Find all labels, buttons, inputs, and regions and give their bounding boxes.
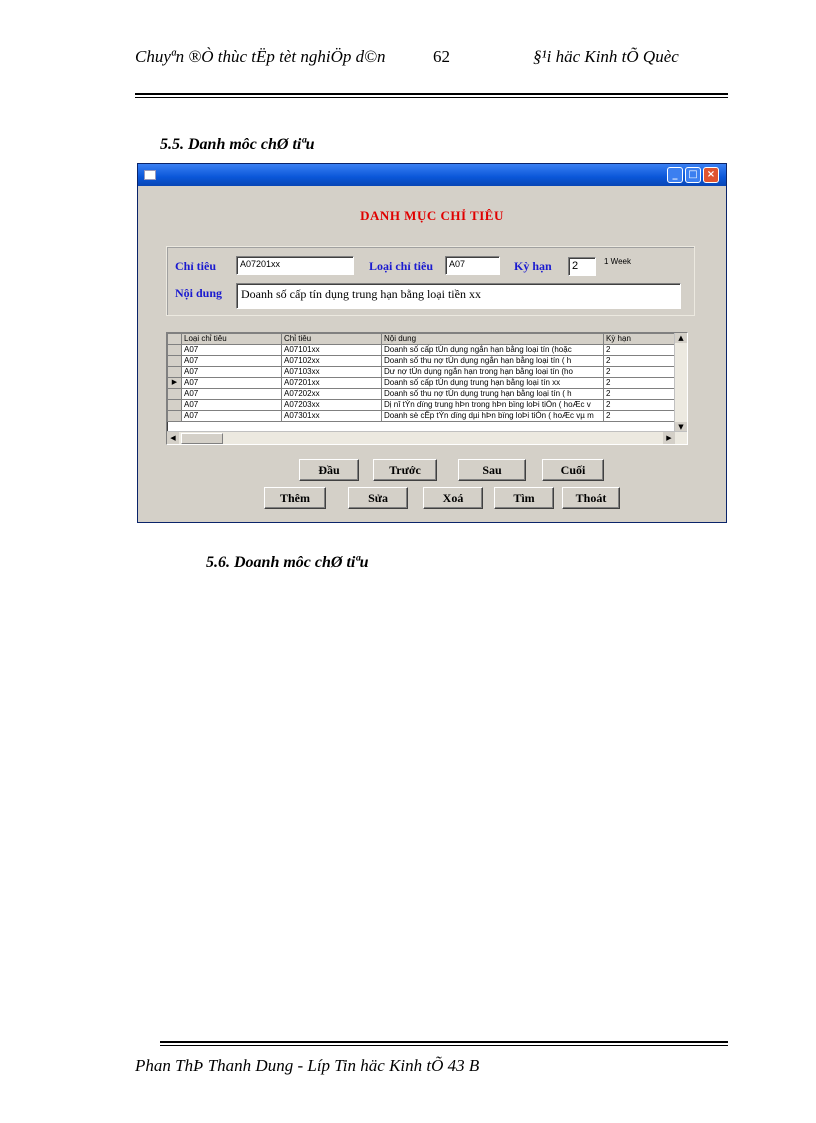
header-right-title: §¹i häc Kinh tÕ Quèc: [533, 47, 679, 66]
table-row[interactable]: A07 A07203xx Dị nî tÝn dïng trung hÞn tron…: [167, 399, 680, 411]
add-button[interactable]: Thêm: [264, 487, 326, 509]
table-row[interactable]: A07 A07301xx Doanh sè cÊp tÝn dïng dµi hÞn…: [167, 410, 680, 422]
table-cell[interactable]: Dị nî tÝn dïng trung hÞn trong hÞn bïng …: [381, 399, 604, 411]
minimize-icon[interactable]: _: [667, 167, 683, 183]
noi-dung-label: Nội dung: [175, 286, 223, 300]
data-grid[interactable]: Loại chỉ tiêu Chỉ tiêu Nội dung Kỳ hạn A…: [166, 332, 688, 445]
footer-rule-thin: [160, 1045, 728, 1046]
table-cell[interactable]: A07: [181, 399, 282, 411]
edit-button[interactable]: Sửa: [348, 487, 408, 509]
table-cell[interactable]: 2: [603, 399, 680, 411]
row-indicator[interactable]: [167, 388, 182, 400]
vertical-scrollbar[interactable]: ▲ ▼: [674, 333, 687, 444]
ky-han-label: Kỳ hạn: [514, 259, 552, 273]
previous-button[interactable]: Trước: [373, 459, 437, 481]
next-button[interactable]: Sau: [458, 459, 526, 481]
table-cell[interactable]: A07: [181, 366, 282, 378]
table-cell[interactable]: A07: [181, 377, 282, 389]
row-indicator[interactable]: [167, 410, 182, 422]
row-indicator[interactable]: [167, 355, 182, 367]
table-cell[interactable]: A07: [181, 344, 282, 356]
table-row[interactable]: ▶ A07 A07201xx Doanh số cấp tÚn dụng trung …: [167, 377, 680, 389]
table-row[interactable]: A07 A07102xx Doanh số thu nợ tÚn dụng ngắn…: [167, 355, 680, 367]
table-cell[interactable]: Doanh số cấp tÚn dụng ngắn hạn bằng loại…: [381, 344, 604, 356]
last-button[interactable]: Cuối: [542, 459, 604, 481]
column-header[interactable]: Loại chỉ tiêu: [181, 333, 282, 345]
scroll-right-icon[interactable]: ▶: [663, 432, 675, 444]
chi-tieu-field[interactable]: A07201xx: [236, 256, 354, 275]
app-window: _ □ × DANH MỤC CHỈ TIÊU Chỉ tiêu A07201x…: [137, 163, 727, 523]
ky-han-field[interactable]: 2: [568, 257, 596, 276]
horizontal-scrollbar[interactable]: ◀ ▶: [167, 431, 687, 444]
form-title: DANH MỤC CHỈ TIÊU: [360, 208, 504, 223]
grid-table: Loại chỉ tiêu Chỉ tiêu Nội dung Kỳ hạn A…: [167, 333, 680, 422]
chi-tieu-label: Chỉ tiêu: [175, 259, 217, 273]
ky-han-unit: 1 Week: [604, 257, 631, 266]
table-cell[interactable]: A07103xx: [281, 366, 382, 378]
table-cell[interactable]: 2: [603, 344, 680, 356]
first-button[interactable]: Đầu: [299, 459, 359, 481]
table-cell[interactable]: Doanh số cấp tÚn dụng trung hạn bằng loạ…: [381, 377, 604, 389]
app-icon: [144, 170, 156, 180]
table-cell[interactable]: 2: [603, 355, 680, 367]
table-row[interactable]: A07 A07101xx Doanh số cấp tÚn dụng ngắn hạ…: [167, 344, 680, 356]
row-indicator[interactable]: [167, 366, 182, 378]
noi-dung-field[interactable]: Doanh số cấp tín dụng trung hạn bằng loạ…: [236, 283, 681, 309]
page-header: Chuyªn ®Ò thùc tËp tèt nghiÖp d©n 62 §¹i…: [135, 46, 728, 92]
scroll-thumb[interactable]: [181, 433, 223, 444]
table-cell[interactable]: A07203xx: [281, 399, 382, 411]
loai-chi-tieu-field[interactable]: A07: [445, 256, 500, 275]
section-heading: 5.5. Danh môc chØ tiªu: [160, 136, 315, 153]
scroll-left-icon[interactable]: ◀: [167, 432, 179, 444]
row-selector-icon[interactable]: ▶: [167, 377, 182, 389]
header-rule: [135, 93, 728, 95]
table-cell[interactable]: A07: [181, 355, 282, 367]
table-cell[interactable]: 2: [603, 377, 680, 389]
page-footer: Phan ThÞ Thanh Dung - Líp Tin häc Kinh t…: [135, 1056, 480, 1075]
column-header[interactable]: Chỉ tiêu: [281, 333, 382, 345]
search-button[interactable]: Tìm: [494, 487, 554, 509]
table-cell[interactable]: A07301xx: [281, 410, 382, 422]
close-icon[interactable]: ×: [703, 167, 719, 183]
table-cell[interactable]: 2: [603, 366, 680, 378]
loai-chi-tieu-label: Loại chỉ tiêu: [369, 259, 434, 273]
header-left-title: Chuyªn ®Ò thùc tËp tèt nghiÖp d©n: [135, 47, 386, 66]
scroll-up-icon[interactable]: ▲: [675, 333, 687, 343]
maximize-icon[interactable]: □: [685, 167, 701, 183]
section-heading-2: 5.6. Doanh môc chØ tiªu: [206, 554, 369, 571]
window-titlebar: _ □ ×: [138, 164, 726, 186]
table-cell[interactable]: A07: [181, 388, 282, 400]
table-cell[interactable]: A07101xx: [281, 344, 382, 356]
table-row[interactable]: A07 A07202xx Doanh số thu nợ tÚn dụng trun…: [167, 388, 680, 400]
column-header[interactable]: Kỳ hạn: [603, 333, 680, 345]
delete-button[interactable]: Xoá: [423, 487, 483, 509]
row-indicator[interactable]: [167, 399, 182, 411]
table-row[interactable]: A07 A07103xx Dư nợ tÚn dụng ngắn hạn trong…: [167, 366, 680, 378]
table-cell[interactable]: Doanh số thu nợ tÚn dụng trung hạn bằng …: [381, 388, 604, 400]
column-header[interactable]: Nội dung: [381, 333, 604, 345]
table-cell[interactable]: 2: [603, 388, 680, 400]
exit-button[interactable]: Thoát: [562, 487, 620, 509]
grid-header-row: Loại chỉ tiêu Chỉ tiêu Nội dung Kỳ hạn: [167, 333, 680, 345]
row-indicator[interactable]: [167, 344, 182, 356]
header-rule-thin: [135, 97, 728, 98]
page-number: 62: [433, 47, 450, 66]
table-cell[interactable]: A07202xx: [281, 388, 382, 400]
table-cell[interactable]: Doanh số thu nợ tÚn dụng ngắn hạn bằng l…: [381, 355, 604, 367]
table-cell[interactable]: Doanh sè cÊp tÝn dïng dµi hÞn bïng loÞi …: [381, 410, 604, 422]
table-cell[interactable]: A07201xx: [281, 377, 382, 389]
table-cell[interactable]: Dư nợ tÚn dụng ngắn hạn trong hạn bằng l…: [381, 366, 604, 378]
table-cell[interactable]: 2: [603, 410, 680, 422]
table-cell[interactable]: A07102xx: [281, 355, 382, 367]
table-cell[interactable]: A07: [181, 410, 282, 422]
grid-corner: [167, 333, 182, 345]
footer-rule: [160, 1041, 728, 1043]
